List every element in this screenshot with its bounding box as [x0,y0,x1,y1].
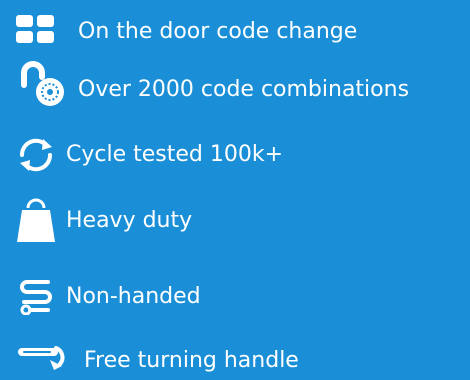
feature-label-non-handed: Non-handed [66,284,201,309]
feature-label-free-turning: Free turning handle [84,348,299,373]
weight-icon [17,198,55,242]
non-handed-icon [20,280,52,315]
features-panel: On the door code change Over 2000 code c… [0,0,470,380]
feature-label-heavy-duty: Heavy duty [66,208,193,233]
feature-label-combinations: Over 2000 code combinations [78,77,410,102]
cycle-arrows-icon [19,138,53,172]
open-padlock-dial-icon [21,61,64,106]
feature-label-code-change: On the door code change [78,19,358,44]
grid-squares-icon [16,15,54,43]
feature-label-cycle-tested: Cycle tested 100k+ [66,142,284,167]
turning-handle-icon [18,346,65,370]
